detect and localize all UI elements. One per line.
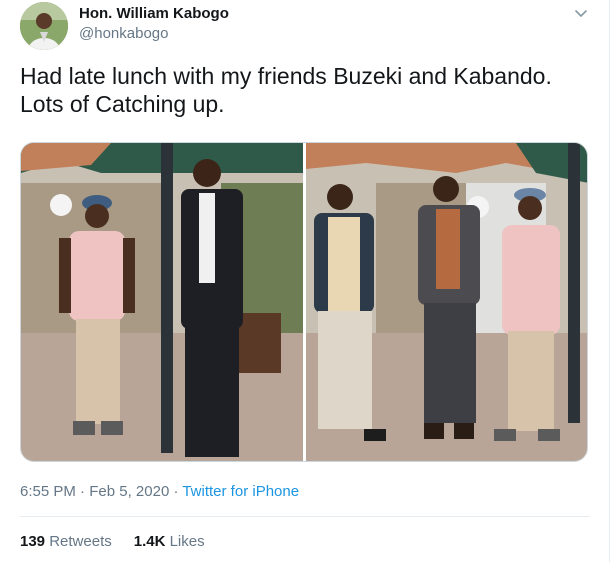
meta-separator: · <box>169 483 183 500</box>
author-handle[interactable]: @honkabogo <box>79 25 168 42</box>
tweet-source-link[interactable]: Twitter for iPhone <box>182 483 299 500</box>
tweet-photo-1[interactable] <box>21 143 303 461</box>
tweet-stats: 139 Retweets 1.4K Likes <box>20 533 205 550</box>
tweet-timestamp: 6:55 PM · Feb 5, 2020 · Twitter for iPho… <box>20 483 299 500</box>
tweet-menu-button[interactable] <box>572 4 590 22</box>
tweet-text: Had late lunch with my friends Buzeki an… <box>20 62 590 118</box>
tweet-photo-2[interactable] <box>306 143 587 461</box>
author-avatar[interactable] <box>20 2 68 50</box>
retweets-stat[interactable]: 139 Retweets <box>20 533 112 550</box>
avatar-image <box>20 2 68 50</box>
tweet-card: Hon. William Kabogo @honkabogo Had late … <box>0 0 610 562</box>
retweets-label: Retweets <box>49 533 112 550</box>
retweets-count: 139 <box>20 533 46 550</box>
tweet-text-line: Lots of Catching up. <box>20 91 225 117</box>
likes-stat[interactable]: 1.4K Likes <box>134 533 205 550</box>
tweet-date[interactable]: Feb 5, 2020 <box>89 483 169 500</box>
meta-separator: · <box>75 483 90 500</box>
stats-divider <box>20 516 590 517</box>
photo-two-men-under-umbrella <box>21 143 303 461</box>
photo-three-men-under-umbrella <box>306 143 587 461</box>
likes-count: 1.4K <box>133 533 166 550</box>
tweet-text-line: Had late lunch with my friends Buzeki an… <box>20 63 552 89</box>
author-display-name[interactable]: Hon. William Kabogo <box>79 5 229 22</box>
chevron-down-icon <box>575 10 587 17</box>
likes-label: Likes <box>169 533 205 550</box>
tweet-time[interactable]: 6:55 PM <box>20 483 76 500</box>
tweet-media <box>20 142 588 462</box>
